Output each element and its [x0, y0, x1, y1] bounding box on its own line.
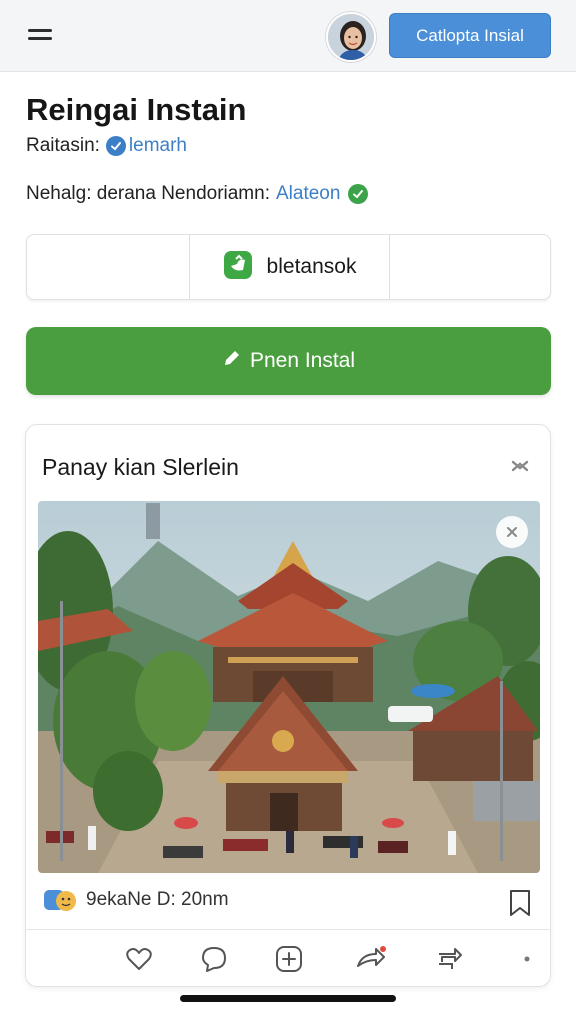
verified-check-icon	[105, 136, 126, 156]
hamburger-menu-icon[interactable]	[26, 24, 56, 46]
page-title: Reingai Instain	[26, 92, 247, 127]
share-icon[interactable]	[354, 944, 386, 974]
meta-line-author: Raitasin: lemarh	[26, 135, 187, 157]
temple-photo[interactable]	[38, 501, 540, 873]
segment-3[interactable]	[390, 235, 550, 299]
action-bar	[26, 930, 550, 988]
source-label: 9ekaNe D: 20nm	[86, 889, 229, 910]
meta-location-prefix: Nehalg: derana Nendoriamn:	[26, 183, 270, 204]
close-icon[interactable]	[508, 454, 532, 478]
repost-icon[interactable]	[434, 944, 464, 974]
heart-icon[interactable]	[124, 944, 154, 974]
more-icon[interactable]	[512, 944, 542, 974]
add-icon[interactable]	[274, 944, 304, 974]
source-app-icon	[44, 887, 78, 913]
author-link[interactable]: lemarh	[105, 135, 187, 157]
segmented-control: bletansok	[26, 234, 551, 300]
segment-2[interactable]: bletansok	[190, 235, 390, 299]
meta-line-location: Nehalg: derana Nendoriamn: Alateon	[26, 183, 369, 205]
segment-1[interactable]	[27, 235, 190, 299]
location-link[interactable]: Alateon	[276, 183, 340, 205]
author-link-label: lemarh	[128, 135, 187, 156]
source-row: 9ekaNe D: 20nm	[44, 887, 229, 913]
card-title: Panay kian Slerlein	[42, 454, 239, 480]
green-check-icon	[348, 184, 369, 204]
pencil-icon	[222, 348, 250, 374]
bookmark-icon[interactable]	[508, 889, 532, 917]
comment-icon[interactable]	[199, 944, 229, 974]
top-bar: Catlopta Insial	[0, 0, 576, 72]
meta-author-prefix: Raitasin:	[26, 135, 100, 156]
home-indicator	[180, 995, 396, 1002]
segment-2-label: bletansok	[266, 255, 357, 278]
post-card: Panay kian Slerlein 9ekaNe D: 20nm	[25, 424, 551, 987]
user-avatar[interactable]	[326, 12, 376, 62]
green-app-icon	[223, 250, 253, 285]
photo-close-icon[interactable]	[496, 516, 528, 548]
install-cta-button[interactable]: Catlopta Insial	[389, 13, 551, 58]
primary-install-button[interactable]: Pnen Instal	[26, 327, 551, 395]
primary-button-label: Pnen Instal	[249, 349, 356, 372]
